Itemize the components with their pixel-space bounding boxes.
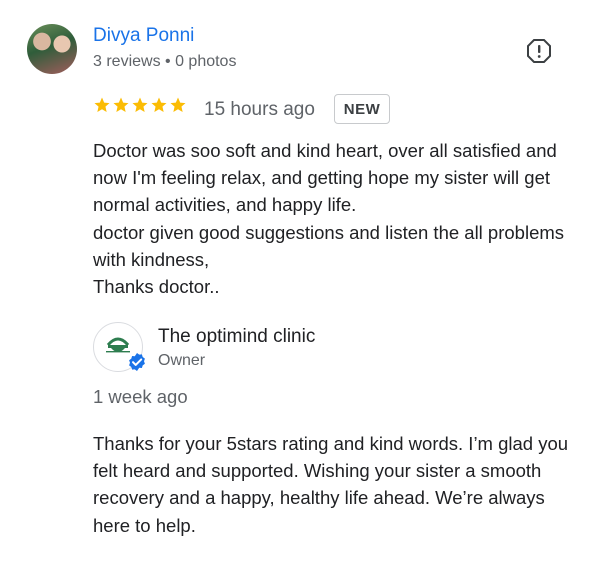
reviewer-name[interactable]: Divya Ponni <box>93 25 194 47</box>
verified-check-icon <box>129 353 145 371</box>
reviewer-avatar[interactable] <box>27 24 77 74</box>
rating-stars <box>93 96 187 114</box>
owner-name[interactable]: The optimind clinic <box>158 326 315 348</box>
owner-role: Owner <box>158 352 206 369</box>
review-time: 15 hours ago <box>204 99 315 120</box>
new-badge: NEW <box>334 94 390 124</box>
owner-reply-text: Thanks for your 5stars rating and kind w… <box>93 433 569 536</box>
owner-reply-time: 1 week ago <box>93 386 188 407</box>
reviewer-meta: 3 reviews • 0 photos <box>93 53 237 70</box>
review-text: Doctor was soo soft and kind heart, over… <box>93 140 565 298</box>
star-icon <box>113 97 129 112</box>
report-icon[interactable] <box>526 38 552 64</box>
star-icon <box>132 97 148 112</box>
star-icon <box>151 97 167 112</box>
star-icon <box>94 97 110 112</box>
star-icon <box>170 97 186 112</box>
